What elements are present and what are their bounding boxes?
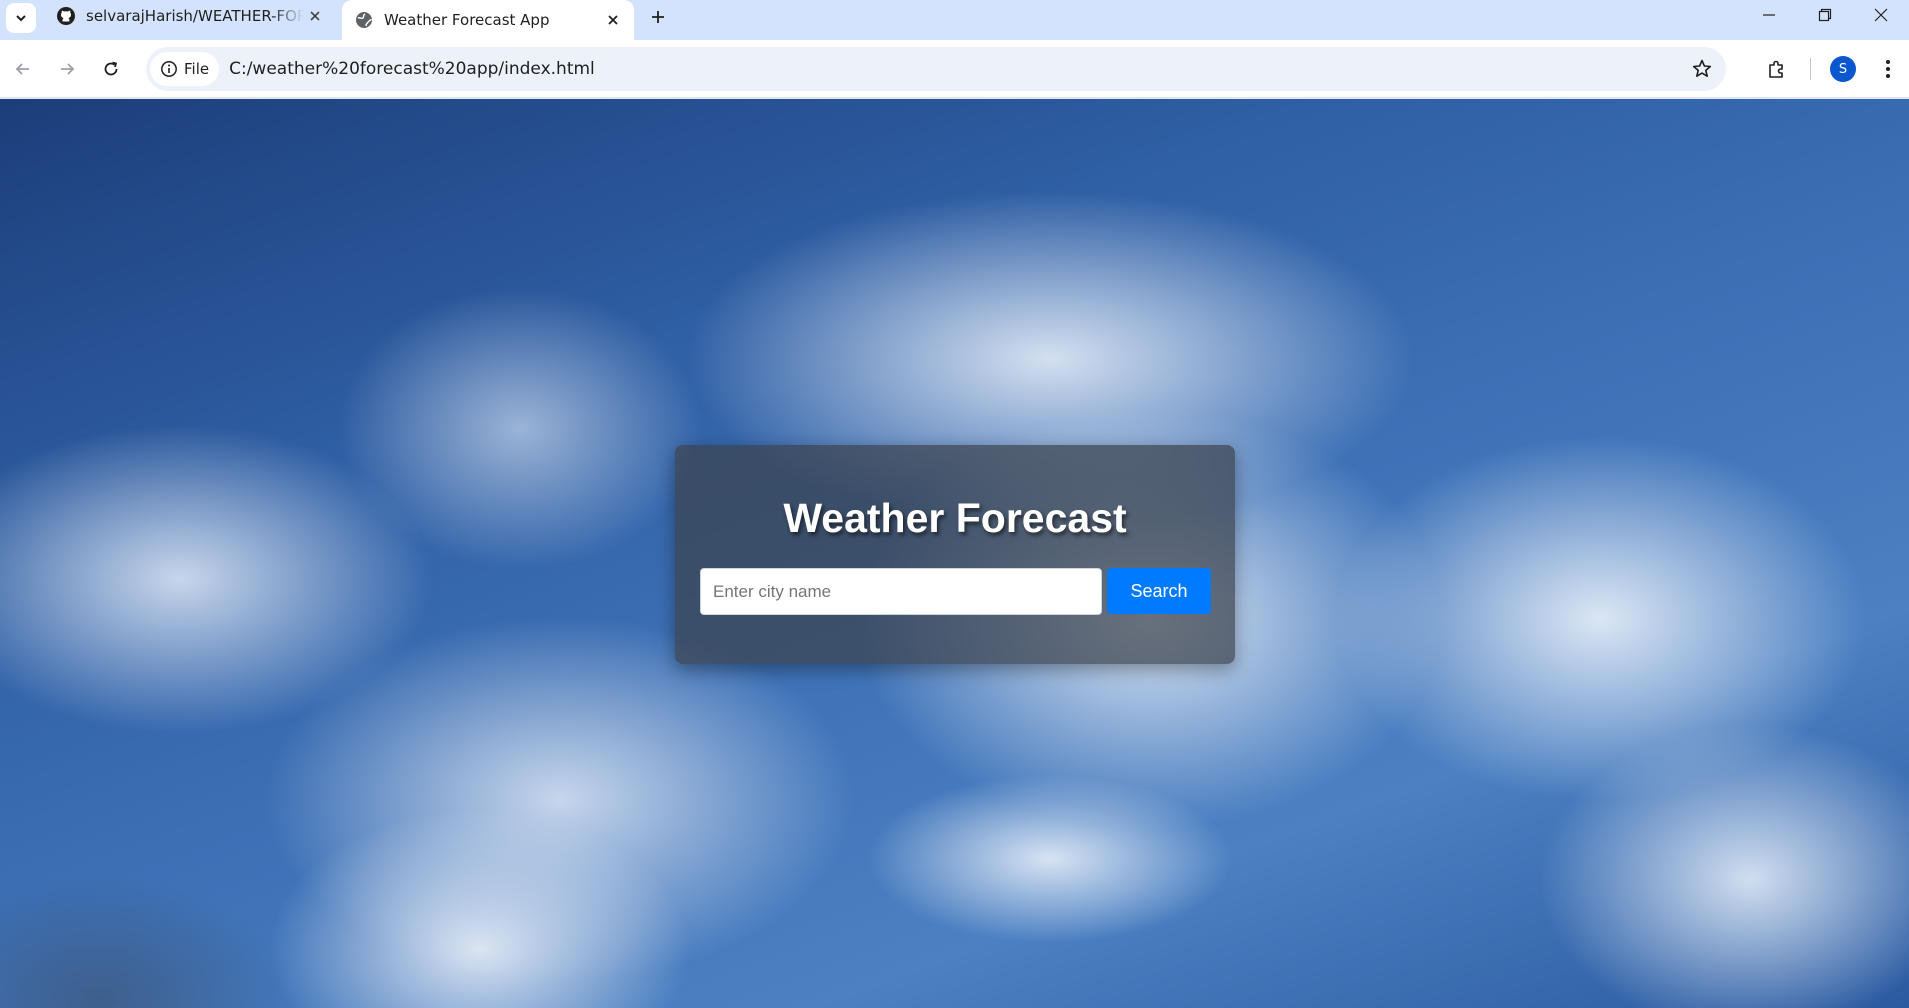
page-title: Weather Forecast (783, 495, 1127, 541)
browser-menu-button[interactable] (1873, 54, 1903, 84)
site-info-chip[interactable]: File (150, 52, 220, 86)
avatar: S (1830, 56, 1856, 82)
plus-icon (652, 11, 664, 23)
profile-button[interactable]: S (1828, 54, 1858, 84)
minimize-icon (1763, 14, 1775, 16)
city-search-input[interactable] (700, 568, 1102, 615)
restore-button[interactable] (1797, 0, 1853, 30)
reload-button[interactable] (96, 54, 126, 84)
bookmark-star-icon[interactable] (1690, 57, 1714, 81)
back-button[interactable] (8, 54, 38, 84)
close-icon[interactable] (304, 5, 326, 27)
new-tab-button[interactable] (644, 3, 672, 31)
tab-title: Weather Forecast App (384, 11, 550, 29)
toolbar-divider (1810, 58, 1811, 80)
tab-github[interactable]: selvarajHarish/WEATHER-FORECAST (44, 0, 336, 32)
address-bar[interactable]: File C:/weather%20forecast%20app/index.h… (146, 47, 1726, 91)
close-icon (1874, 8, 1888, 22)
kebab-menu-icon (1886, 60, 1890, 78)
site-chip-label: File (184, 60, 210, 78)
reload-icon (104, 61, 118, 76)
minimize-button[interactable] (1741, 0, 1797, 30)
arrow-right-icon (61, 63, 75, 75)
tab-strip: selvarajHarish/WEATHER-FORECAST Weather … (0, 0, 1909, 40)
tab-title: selvarajHarish/WEATHER-FORECAST (86, 7, 304, 25)
window-controls (1741, 0, 1909, 32)
globe-icon (356, 12, 372, 28)
weather-card: Weather Forecast Search (675, 445, 1235, 664)
restore-icon (1818, 8, 1832, 22)
puzzle-icon (1769, 60, 1783, 78)
search-button[interactable]: Search (1107, 568, 1211, 614)
forward-button[interactable] (52, 54, 82, 84)
url-text[interactable]: C:/weather%20forecast%20app/index.html (229, 59, 595, 79)
page-viewport: Weather Forecast Search (0, 99, 1909, 1008)
info-icon (161, 61, 177, 77)
close-icon[interactable] (602, 9, 624, 31)
close-window-button[interactable] (1853, 0, 1909, 30)
chevron-down-icon (16, 15, 26, 22)
tab-search-button[interactable] (6, 3, 36, 33)
github-icon (57, 7, 75, 25)
extensions-button[interactable] (1762, 54, 1792, 84)
tab-weather-forecast[interactable]: Weather Forecast App (342, 0, 634, 40)
arrow-left-icon (15, 63, 29, 75)
browser-toolbar: File C:/weather%20forecast%20app/index.h… (0, 40, 1909, 98)
